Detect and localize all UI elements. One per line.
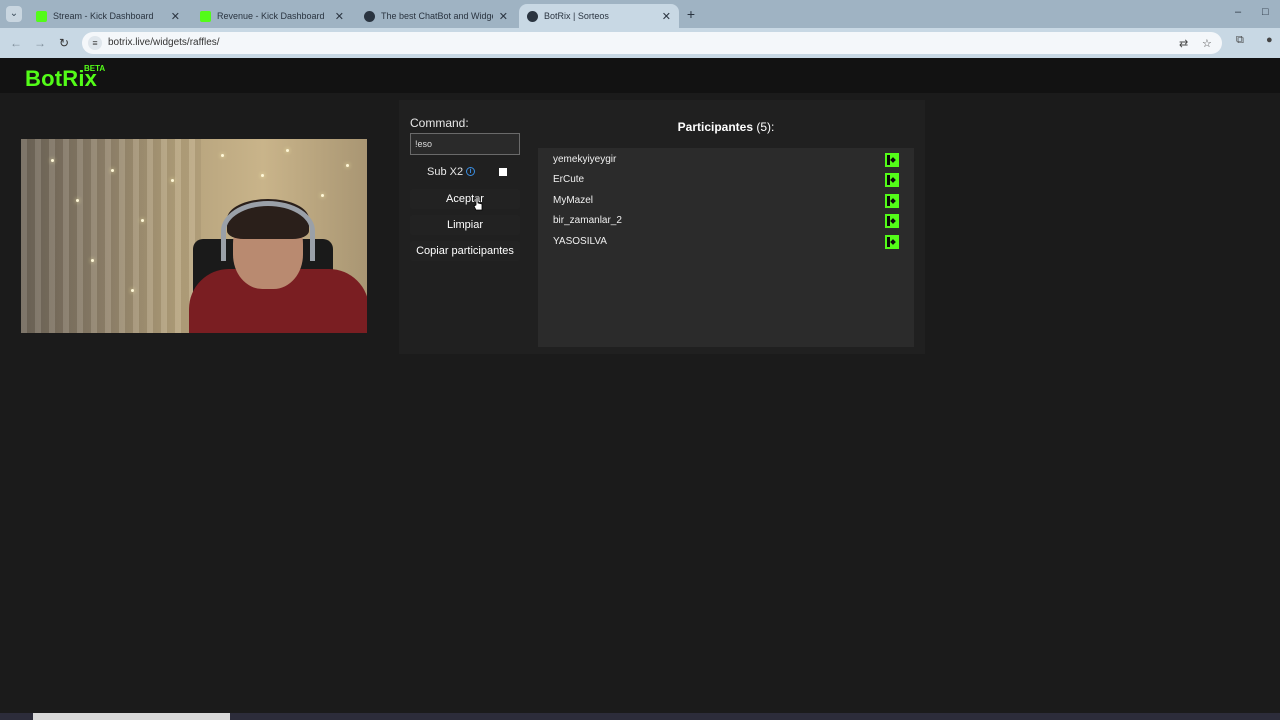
sub-x2-checkbox[interactable]	[499, 168, 507, 176]
participants-title: Participantes	[677, 120, 754, 134]
tab-botrix-home[interactable]: The best ChatBot and Widgets ✕	[356, 4, 516, 28]
kick-icon	[885, 214, 899, 228]
botrix-favicon-icon	[527, 10, 538, 22]
browser-address-bar: ← → ↻ ≡ botrix.live/widgets/raffles/ ⇄ ☆	[0, 28, 1280, 58]
copy-participants-button[interactable]: Copiar participantes	[410, 241, 520, 261]
tab-close-icon[interactable]: ✕	[335, 10, 344, 23]
kick-icon	[885, 235, 899, 249]
site-info-icon[interactable]: ≡	[88, 36, 102, 50]
botrix-favicon-icon	[364, 10, 375, 22]
info-icon[interactable]: i	[466, 167, 475, 176]
participant-row: YASOSILVA	[553, 233, 903, 251]
fairy-light	[171, 179, 174, 182]
fairy-light	[76, 199, 79, 202]
beta-badge: BETA	[84, 64, 106, 73]
tab-search-menu-icon[interactable]: ⌄	[6, 6, 22, 22]
tab-stream-dashboard[interactable]: Stream - Kick Dashboard ✕	[28, 4, 188, 28]
tab-close-icon[interactable]: ✕	[499, 10, 508, 23]
browser-tab-bar: ⌄ Stream - Kick Dashboard ✕ Revenue - Ki…	[0, 0, 1280, 28]
webcam-video	[21, 139, 367, 333]
fairy-light	[321, 194, 324, 197]
tab-botrix-sorteos[interactable]: BotRix | Sorteos ✕	[519, 4, 679, 28]
kick-icon	[885, 153, 899, 167]
fairy-light	[286, 149, 289, 152]
participant-row: MyMazel	[553, 192, 903, 210]
kick-favicon-icon	[36, 10, 47, 22]
participant-name: ErCute	[553, 174, 585, 185]
participant-name: MyMazel	[553, 195, 594, 206]
command-label: Command:	[410, 116, 469, 130]
participant-row: yemekyiyeygir	[553, 151, 903, 169]
accept-button[interactable]: Aceptar	[410, 189, 520, 209]
maximize-icon[interactable]: □	[1262, 6, 1269, 18]
fairy-light	[346, 164, 349, 167]
translate-icon[interactable]: ⇄	[1179, 37, 1188, 50]
kick-icon	[885, 194, 899, 208]
tab-title: The best ChatBot and Widgets	[381, 11, 493, 21]
participant-name: bir_zamanlar_2	[553, 215, 622, 226]
participants-count: (5):	[756, 120, 775, 134]
fairy-light	[261, 174, 264, 177]
command-input[interactable]	[410, 133, 520, 155]
taskbar-search[interactable]	[33, 713, 230, 720]
participant-row: ErCute	[553, 171, 903, 189]
clear-button[interactable]: Limpiar	[410, 215, 520, 235]
os-taskbar	[0, 713, 1280, 720]
tab-close-icon[interactable]: ✕	[662, 10, 671, 23]
tab-revenue-dashboard[interactable]: Revenue - Kick Dashboard ✕	[192, 4, 352, 28]
fairy-light	[141, 219, 144, 222]
reload-icon[interactable]: ↻	[56, 35, 72, 51]
fairy-light	[111, 169, 114, 172]
fairy-light	[51, 159, 54, 162]
kick-icon	[885, 173, 899, 187]
fairy-light	[91, 259, 94, 262]
tab-title: Stream - Kick Dashboard	[53, 11, 154, 21]
back-arrow-icon[interactable]: ←	[8, 35, 24, 51]
participant-name: YASOSILVA	[553, 236, 607, 247]
site-header: BotRix BETA	[0, 58, 1280, 93]
new-tab-button[interactable]: +	[683, 6, 699, 22]
webcam-headset	[221, 201, 315, 261]
fairy-light	[131, 289, 134, 292]
profile-avatar-icon[interactable]: ●	[1266, 34, 1273, 46]
fairy-light	[221, 154, 224, 157]
sub-x2-label: Sub X2	[427, 166, 464, 178]
url-text: botrix.live/widgets/raffles/	[108, 37, 220, 48]
tab-title: BotRix | Sorteos	[544, 11, 609, 21]
participant-row: bir_zamanlar_2	[553, 212, 903, 230]
url-input[interactable]: ≡ botrix.live/widgets/raffles/ ⇄ ☆	[82, 32, 1222, 54]
participants-heading: Participantes (5):	[540, 120, 912, 134]
forward-arrow-icon[interactable]: →	[32, 35, 48, 51]
kick-favicon-icon	[200, 10, 211, 22]
tab-title: Revenue - Kick Dashboard	[217, 11, 325, 21]
minimize-icon[interactable]: –	[1235, 6, 1241, 18]
participant-name: yemekyiyeygir	[553, 154, 617, 165]
hand-cursor-icon	[473, 196, 483, 211]
bookmark-star-icon[interactable]: ☆	[1202, 37, 1212, 50]
extensions-icon[interactable]: ⧉	[1236, 34, 1244, 47]
tab-close-icon[interactable]: ✕	[171, 10, 180, 23]
